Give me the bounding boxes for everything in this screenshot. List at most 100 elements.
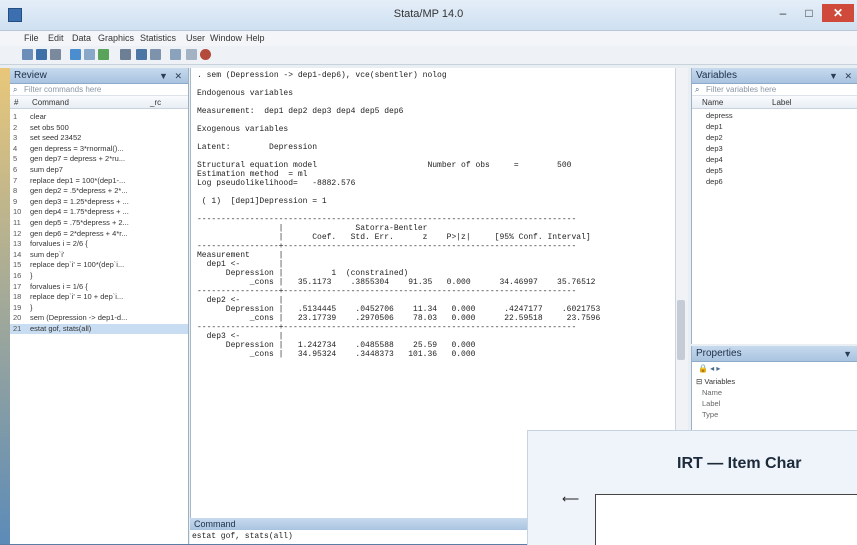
variables-manager-icon[interactable] — [170, 49, 181, 60]
col-name[interactable]: Name — [702, 96, 723, 109]
properties-section-label: Variables — [704, 377, 736, 386]
review-item-number: 21 — [13, 324, 22, 333]
more-icon[interactable] — [186, 49, 197, 60]
review-item-number: 3 — [13, 133, 18, 143]
menu-window[interactable]: Window — [210, 33, 242, 43]
variable-row[interactable]: depress — [706, 111, 733, 120]
open-icon[interactable] — [22, 49, 33, 60]
review-item[interactable]: 16} — [10, 271, 188, 281]
variables-filter[interactable]: ⌕ Filter variables here — [692, 84, 857, 96]
review-item-command: forvalues i = 1/6 { — [30, 281, 88, 291]
review-item-number: 20 — [13, 313, 22, 323]
review-item[interactable]: 4 gen depress = 3*rnormal()... — [10, 144, 188, 154]
break-icon[interactable] — [200, 49, 211, 60]
save-icon[interactable] — [36, 49, 47, 60]
review-item[interactable]: 9 gen dep3 = 1.25*depress + ... — [10, 197, 188, 207]
review-item-command: replace dep`i' = 10 + dep`i... — [30, 292, 124, 302]
variable-row[interactable]: dep4 — [706, 155, 723, 164]
menu-edit[interactable]: Edit — [48, 33, 64, 43]
do-file-editor-icon[interactable] — [120, 49, 131, 60]
review-item[interactable]: 20 sem (Depression -> dep1-d... — [10, 313, 188, 323]
viewer-icon[interactable] — [84, 49, 95, 60]
panel-pin-icon[interactable]: ▼ ✕ — [829, 68, 854, 84]
lock-icon[interactable]: 🔒 ◂ ▸ — [698, 364, 720, 373]
property-name: Name — [702, 388, 723, 397]
property-label: Label — [702, 399, 721, 408]
minimize-button[interactable]: – — [770, 4, 796, 22]
review-panel: Review ▼ ✕ ⌕ Filter commands here # Comm… — [10, 68, 189, 544]
review-filter-input[interactable]: Filter commands here — [24, 85, 101, 94]
graph-icon[interactable] — [98, 49, 109, 60]
close-button[interactable]: ✕ — [822, 4, 854, 22]
maximize-button[interactable]: □ — [796, 4, 822, 22]
menu-file[interactable]: File — [24, 33, 39, 43]
review-item[interactable]: 8 gen dep2 = .5*depress + 2*... — [10, 186, 188, 196]
review-item-command: set obs 500 — [30, 122, 69, 132]
variable-row[interactable]: dep3 — [706, 144, 723, 153]
review-item-command: forvalues i = 2/6 { — [30, 239, 88, 249]
col-number[interactable]: # — [14, 96, 18, 109]
panel-pin-icon[interactable]: ▼ ✕ — [159, 68, 184, 84]
review-item[interactable]: 6 sum dep7 — [10, 165, 188, 175]
review-item[interactable]: 17 forvalues i = 1/6 { — [10, 282, 188, 292]
menu-statistics[interactable]: Statistics — [140, 33, 176, 43]
review-title: Review — [14, 70, 47, 81]
review-item-command: sum dep7 — [30, 165, 63, 174]
menu-help[interactable]: Help — [246, 33, 265, 43]
col-command[interactable]: Command — [32, 96, 69, 109]
properties-title: Properties — [696, 348, 742, 359]
review-item-command: replace dep1 = 100*(dep1-... — [30, 175, 126, 185]
review-item[interactable]: 10 gen dep4 = 1.75*depress + ... — [10, 207, 188, 217]
review-header: Review ▼ ✕ — [10, 68, 188, 84]
variable-row[interactable]: dep6 — [706, 177, 723, 186]
properties-header: Properties ▼ — [692, 346, 857, 362]
review-item-number: 15 — [13, 260, 22, 270]
variable-row[interactable]: dep5 — [706, 166, 723, 175]
review-item-number: 14 — [13, 249, 22, 259]
menu-graphics[interactable]: Graphics — [98, 33, 134, 43]
review-item[interactable]: 3 set seed 23452 — [10, 133, 188, 143]
log-icon[interactable] — [70, 49, 81, 60]
review-item-number: 1 — [13, 112, 18, 121]
review-item[interactable]: 12 gen dep6 = 2*depress + 4*r... — [10, 229, 188, 239]
menu-user[interactable]: User — [186, 33, 205, 43]
menu-data[interactable]: Data — [72, 33, 91, 43]
review-filter[interactable]: ⌕ Filter commands here — [10, 84, 188, 96]
panel-pin-icon[interactable]: ▼ — [843, 346, 854, 362]
results-scroll-thumb[interactable] — [677, 300, 685, 360]
review-item[interactable]: 7 replace dep1 = 100*(dep1-... — [10, 176, 188, 186]
print-icon[interactable] — [50, 49, 61, 60]
review-item[interactable]: 18 replace dep`i' = 10 + dep`i... — [10, 292, 188, 302]
review-item[interactable]: 14 sum dep`i' — [10, 250, 188, 260]
irt-graph-canvas — [595, 494, 857, 545]
variables-panel: Variables ▼ ✕ ⌕ Filter variables here Na… — [691, 68, 857, 344]
variables-header: Variables ▼ ✕ — [692, 68, 857, 84]
variable-row[interactable]: dep2 — [706, 133, 723, 142]
review-column-header: # Command _rc — [10, 96, 188, 109]
review-item[interactable]: 13 forvalues i = 2/6 { — [10, 239, 188, 249]
review-item-number: 10 — [13, 207, 22, 217]
review-item-command: clear — [30, 112, 47, 121]
irt-title: IRT — Item Char — [677, 455, 802, 472]
variable-row[interactable]: dep1 — [706, 122, 723, 131]
col-rc[interactable]: _rc — [150, 96, 161, 109]
review-item[interactable]: 15 replace dep`i' = 100*(dep`i... — [10, 260, 188, 270]
arrow-left-icon[interactable]: ⟵ — [562, 492, 579, 506]
review-item-number: 19 — [13, 302, 22, 312]
review-item-number: 5 — [13, 154, 18, 164]
review-item[interactable]: 5 gen dep7 = depress + 2*ru... — [10, 154, 188, 164]
review-item-command: gen dep7 = depress + 2*ru... — [30, 154, 126, 164]
data-browser-icon[interactable] — [150, 49, 161, 60]
review-item[interactable]: 21 estat gof, stats(all) — [10, 324, 188, 334]
variables-filter-input[interactable]: Filter variables here — [706, 85, 776, 94]
review-item[interactable]: 1 clear — [10, 112, 188, 122]
review-item-number: 12 — [13, 228, 22, 238]
review-item[interactable]: 11 gen dep5 = .75*depress + 2... — [10, 218, 188, 228]
col-label[interactable]: Label — [772, 96, 792, 109]
review-item-number: 13 — [13, 239, 22, 249]
review-item[interactable]: 19} — [10, 303, 188, 313]
review-item[interactable]: 2 set obs 500 — [10, 123, 188, 133]
variables-title: Variables — [696, 70, 737, 81]
review-item-command: set seed 23452 — [30, 133, 82, 143]
data-editor-icon[interactable] — [136, 49, 147, 60]
